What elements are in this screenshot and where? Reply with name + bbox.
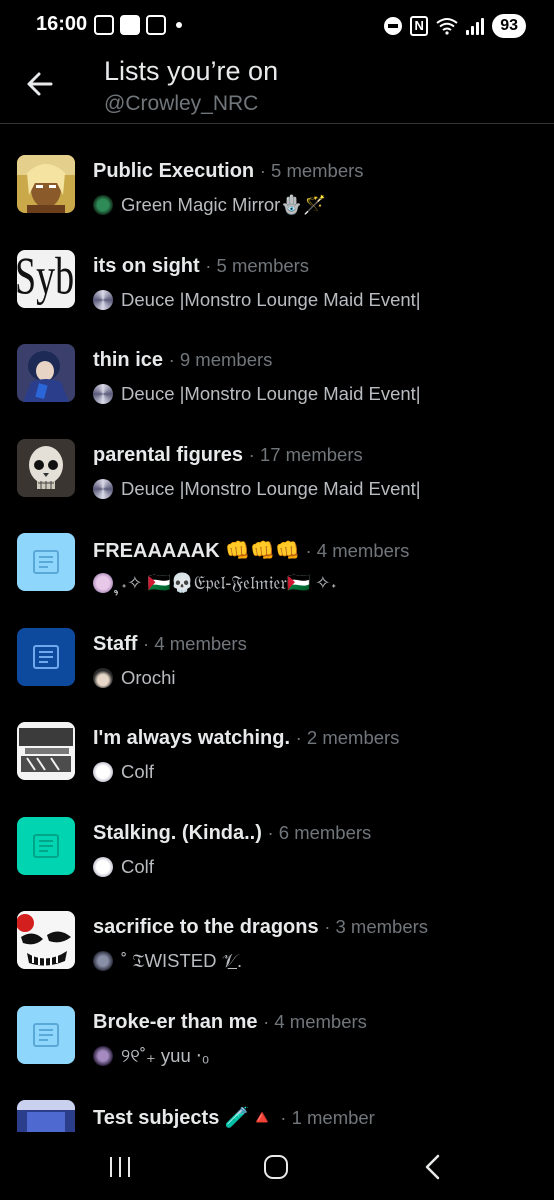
list-owner: ୨୧˚₊ yuu ‧₀ xyxy=(121,1044,210,1066)
page-subtitle-handle: @Crowley_NRC xyxy=(104,92,259,115)
lists-container: Public Execution · 5 members Green Magic… xyxy=(0,140,554,1132)
list-item[interactable]: Stalking. (Kinda..) · 6 members Colf xyxy=(0,802,554,897)
wifi-icon xyxy=(436,17,458,35)
recents-button[interactable] xyxy=(100,1152,140,1182)
system-back-button[interactable] xyxy=(412,1152,452,1182)
back-button[interactable] xyxy=(22,66,58,102)
list-member-count: · 17 members xyxy=(248,443,363,465)
page-title: Lists you’re on xyxy=(104,56,279,86)
list-item[interactable]: parental figures · 17 members Deuce |Mon… xyxy=(0,424,554,519)
list-name: Staff xyxy=(93,632,138,655)
list-member-count: · 3 members xyxy=(324,916,429,937)
owner-avatar xyxy=(93,856,113,877)
list-name: its on sight xyxy=(93,254,200,277)
list-name: FREAAAAAK 👊👊👊 xyxy=(93,540,300,562)
list-owner: Orochi xyxy=(121,666,176,688)
do-not-disturb-icon xyxy=(384,17,403,35)
list-thumbnail xyxy=(17,155,75,213)
list-item[interactable]: FREAAAAAK 👊👊👊 · 4 members ຸ˖✧ 🇵🇸💀𝔈𝔭𝔢𝔩-𝔉𝔢… xyxy=(0,518,554,613)
x-notification-icon xyxy=(146,15,166,35)
list-name: Stalking. (Kinda..) xyxy=(93,821,262,844)
home-icon xyxy=(264,1155,288,1179)
list-thumbnail xyxy=(17,627,75,686)
battery-indicator: 93 xyxy=(492,14,526,38)
list-member-count: · 9 members xyxy=(168,349,273,370)
list-member-count: · 4 members xyxy=(263,1010,367,1032)
list-thumbnail xyxy=(17,1100,75,1132)
list-member-count: · 6 members xyxy=(267,821,372,843)
list-owner: Deuce |Monstro Lounge Maid Event| xyxy=(121,383,421,404)
owner-avatar xyxy=(93,289,113,310)
list-thumbnail: Sybau xyxy=(17,249,75,308)
list-name: thin ice xyxy=(93,349,164,371)
list-item[interactable]: thin ice · 9 members Deuce |Monstro Loun… xyxy=(0,329,554,424)
list-thumbnail xyxy=(17,722,75,780)
screenshot-icon xyxy=(94,15,114,35)
list-thumbnail xyxy=(17,344,75,402)
list-name: I'm always watching. xyxy=(93,727,291,749)
list-item[interactable]: I'm always watching. · 2 members Colf xyxy=(0,707,554,802)
status-left-icons xyxy=(94,15,182,35)
list-name: sacrifice to the dragons xyxy=(93,916,319,938)
list-item[interactable]: Public Execution · 5 members Green Magic… xyxy=(0,140,554,235)
list-member-count: · 4 members xyxy=(305,540,410,561)
list-owner: ˚ 𝔗WISTED 𝒱̲. xyxy=(121,950,243,971)
owner-avatar xyxy=(93,1045,113,1066)
nav-back-icon xyxy=(425,1154,440,1180)
list-thumbnail xyxy=(17,438,75,497)
list-thumbnail xyxy=(17,533,75,591)
list-name: Broke-er than me xyxy=(93,1010,258,1033)
list-item[interactable]: Sybau its on sight · 5 members Deuce |Mo… xyxy=(0,235,554,330)
list-owner: Green Magic Mirror🪬🪄 xyxy=(121,194,327,215)
list-icon xyxy=(33,644,59,669)
list-member-count: · 5 members xyxy=(259,160,364,181)
system-navigation-bar xyxy=(0,1132,554,1200)
recents-icon xyxy=(110,1157,112,1177)
status-time: 16:00 xyxy=(36,13,88,35)
list-owner: Deuce |Monstro Lounge Maid Event| xyxy=(121,477,421,499)
list-icon xyxy=(33,833,59,858)
status-bar: 16:00 N 93 xyxy=(0,0,554,52)
list-owner: Colf xyxy=(121,855,154,877)
list-name: Public Execution xyxy=(93,160,255,182)
list-item[interactable]: sacrifice to the dragons · 3 members ˚ 𝔗… xyxy=(0,896,554,991)
list-icon xyxy=(33,1022,59,1047)
arrow-left-icon xyxy=(27,72,53,96)
owner-avatar xyxy=(93,762,113,782)
list-name: Test subjects 🧪🔺 xyxy=(93,1107,275,1129)
svg-text:Sybau: Sybau xyxy=(17,250,75,305)
owner-avatar xyxy=(93,667,113,688)
nfc-icon: N xyxy=(410,16,429,36)
list-owner: Deuce |Monstro Lounge Maid Event| xyxy=(121,288,421,310)
home-button[interactable] xyxy=(256,1152,296,1182)
app-notification-icon xyxy=(120,15,140,35)
list-member-count: · 4 members xyxy=(143,632,247,654)
signal-icon xyxy=(466,17,485,35)
header: Lists you’re on @Crowley_NRC xyxy=(0,52,554,124)
list-owner: ຸ˖✧ 🇵🇸💀𝔈𝔭𝔢𝔩-𝔉𝔢𝔩𝔪𝔦𝔢𝔯🇵🇸 ✧˖ xyxy=(121,572,337,593)
owner-avatar xyxy=(93,478,113,499)
more-notifications-icon xyxy=(176,22,182,28)
list-thumbnail xyxy=(17,816,75,875)
status-right-icons: N 93 xyxy=(384,14,526,38)
list-item[interactable]: Staff · 4 members Orochi xyxy=(0,613,554,708)
owner-avatar xyxy=(93,195,113,215)
owner-avatar xyxy=(93,951,113,971)
list-member-count: · 1 member xyxy=(280,1107,375,1128)
owner-avatar xyxy=(93,573,113,593)
list-thumbnail xyxy=(17,911,75,969)
list-owner: Colf xyxy=(121,761,154,782)
owner-avatar xyxy=(93,384,113,404)
list-icon xyxy=(33,550,59,574)
list-name: parental figures xyxy=(93,443,244,466)
list-member-count: · 5 members xyxy=(205,254,310,276)
list-item[interactable]: Test subjects 🧪🔺 · 1 member xyxy=(0,1085,554,1132)
list-member-count: · 2 members xyxy=(295,727,400,748)
list-item[interactable]: Broke-er than me · 4 members ୨୧˚₊ yuu ‧₀ xyxy=(0,991,554,1086)
list-thumbnail xyxy=(17,1005,75,1064)
